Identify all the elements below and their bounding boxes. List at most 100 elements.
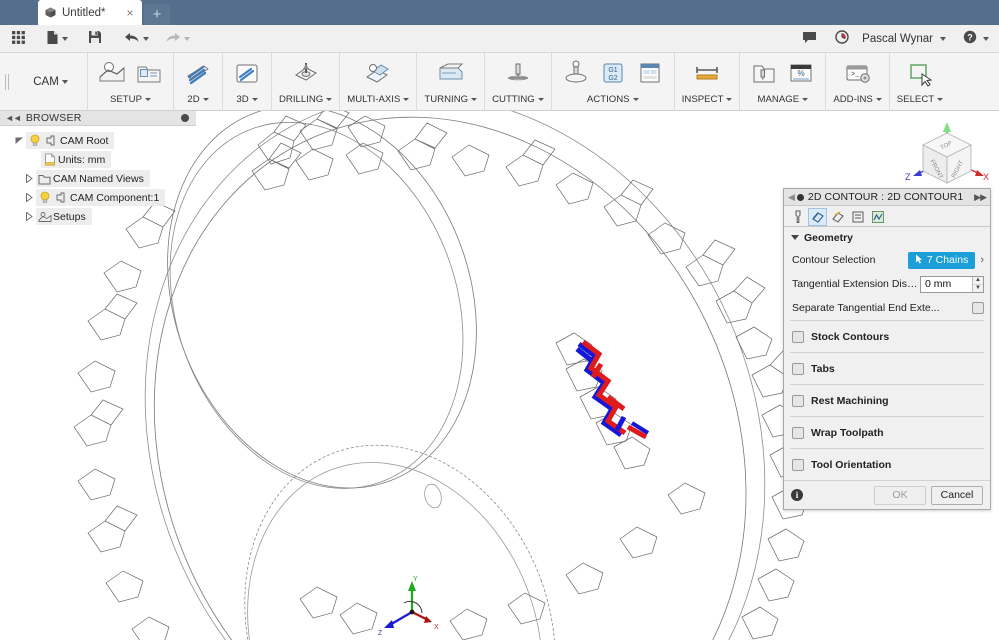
tree-item-cam-named-views[interactable]: CAM Named Views — [0, 169, 196, 188]
ribbon-group-setup-label[interactable]: SETUP — [110, 92, 151, 107]
geometry-tab[interactable] — [808, 208, 827, 226]
chevron-down-icon[interactable] — [940, 36, 946, 41]
tool-tab[interactable] — [788, 208, 807, 226]
ribbon-group-inspect-label[interactable]: INSPECT — [682, 92, 733, 107]
stock-contours-section[interactable]: Stock Contours — [784, 321, 990, 352]
simulate-icon[interactable] — [559, 56, 593, 90]
chevron-down-icon[interactable] — [471, 98, 478, 101]
chevron-down-icon[interactable] — [802, 98, 809, 101]
tool-library-icon[interactable] — [747, 56, 781, 90]
ribbon-group-manage-label[interactable]: MANAGE — [758, 92, 809, 107]
chevron-down-icon[interactable] — [145, 98, 151, 101]
ribbon-group-drilling-label[interactable]: DRILLING — [279, 92, 333, 107]
3d-milling-icon[interactable] — [230, 56, 264, 90]
undo-button[interactable] — [121, 27, 152, 51]
chevron-down-icon[interactable] — [537, 98, 544, 101]
ribbon-group-3d-label[interactable]: 3D — [236, 92, 258, 107]
tool-orientation-checkbox[interactable] — [792, 458, 804, 471]
spinner-down-icon[interactable]: ▼ — [973, 285, 983, 292]
measure-icon[interactable] — [690, 56, 724, 90]
collapse-left-icon[interactable]: ◄◄ — [5, 113, 22, 123]
light-bulb-icon[interactable] — [26, 134, 43, 147]
scripts-addins-icon[interactable]: >_ — [841, 56, 875, 90]
ribbon-group-cutting-label[interactable]: CUTTING — [492, 92, 544, 107]
rest-machining-checkbox[interactable] — [792, 394, 804, 407]
ok-button[interactable]: OK — [874, 485, 926, 505]
expander-right-icon[interactable] — [22, 174, 36, 183]
document-tab[interactable]: Untitled* × — [38, 0, 142, 25]
app-grid-button[interactable] — [8, 27, 29, 51]
chevron-down-icon[interactable] — [61, 80, 68, 84]
tool-orientation-section[interactable]: Tool Orientation — [784, 449, 990, 480]
ribbon-grip[interactable] — [0, 53, 14, 111]
ribbon-group-addins-label[interactable]: ADD-INS — [833, 92, 882, 107]
geometry-section-header[interactable]: Geometry — [784, 227, 990, 248]
tabs-section[interactable]: Tabs — [784, 353, 990, 384]
wrap-toolpath-section[interactable]: Wrap Toolpath — [784, 417, 990, 448]
close-icon[interactable]: × — [124, 7, 136, 19]
tree-item-cam-root[interactable]: CAM Root — [0, 131, 196, 150]
separate-tangential-checkbox[interactable] — [972, 302, 984, 314]
select-icon[interactable] — [903, 56, 937, 90]
ribbon-group-select-label[interactable]: SELECT — [897, 92, 944, 107]
expander-right-icon[interactable] — [22, 193, 36, 202]
tree-item-cam-component[interactable]: CAM Component:1 — [0, 188, 196, 207]
passes-tab[interactable] — [848, 208, 867, 226]
expander-right-icon[interactable] — [22, 212, 36, 221]
chevron-down-icon[interactable] — [251, 98, 258, 101]
light-bulb-icon[interactable] — [36, 191, 53, 204]
info-icon[interactable]: i — [791, 489, 803, 501]
rest-machining-section[interactable]: Rest Machining — [784, 385, 990, 416]
tree-item-units[interactable]: Units: mm — [0, 150, 196, 169]
tabs-checkbox[interactable] — [792, 362, 804, 375]
chevron-down-icon[interactable] — [983, 36, 989, 41]
chevron-down-icon[interactable] — [143, 36, 149, 41]
tree-item-setups[interactable]: Setups — [0, 207, 196, 226]
linking-tab[interactable] — [868, 208, 887, 226]
post-process-icon[interactable]: G1 G2 — [596, 56, 630, 90]
chevron-down-icon[interactable] — [62, 36, 68, 41]
help-button[interactable]: ? — [960, 27, 980, 51]
chevron-down-icon[interactable] — [632, 98, 639, 101]
chevron-down-icon[interactable] — [184, 36, 190, 41]
panel-menu-icon[interactable] — [181, 114, 189, 122]
wrap-toolpath-checkbox[interactable] — [792, 426, 804, 439]
redo-button[interactable] — [162, 27, 193, 51]
ribbon-group-multi-axis-label[interactable]: MULTI-AXIS — [347, 92, 410, 107]
comments-button[interactable] — [799, 27, 820, 51]
tangential-extension-input[interactable]: 0 mm ▲ ▼ — [920, 275, 984, 293]
heights-tab[interactable] — [828, 208, 847, 226]
chevron-down-icon[interactable] — [726, 98, 733, 101]
dialog-title-bar[interactable]: ◀ 2D CONTOUR : 2D CONTOUR1 ▶▶ — [784, 189, 990, 206]
chevron-down-icon[interactable] — [937, 98, 944, 101]
expand-right-icon[interactable]: ▶▶ — [974, 192, 987, 203]
stock-contours-checkbox[interactable] — [792, 330, 804, 343]
setup-sheet-icon[interactable] — [633, 56, 667, 90]
cutting-icon[interactable] — [501, 56, 535, 90]
2d-milling-icon[interactable] — [181, 56, 215, 90]
chevron-down-icon[interactable] — [403, 98, 410, 101]
job-status-button[interactable] — [832, 27, 852, 51]
turning-icon[interactable] — [434, 56, 468, 90]
multi-axis-icon[interactable] — [361, 56, 395, 90]
chevron-down-icon[interactable] — [875, 98, 882, 101]
machining-time-icon[interactable]: % — [784, 56, 818, 90]
chevron-down-icon[interactable] — [202, 98, 209, 101]
new-tab-button[interactable]: + — [144, 4, 170, 25]
workspace-switcher[interactable]: CAM — [14, 53, 88, 111]
drilling-icon[interactable] — [289, 56, 323, 90]
new-folder-icon[interactable] — [132, 56, 166, 90]
ribbon-group-actions-label[interactable]: ACTIONS — [587, 92, 639, 107]
chevron-down-icon[interactable] — [326, 98, 333, 101]
setup-icon[interactable] — [95, 56, 129, 90]
save-button[interactable] — [85, 27, 105, 51]
spinner-buttons[interactable]: ▲ ▼ — [972, 276, 983, 292]
ribbon-group-2d-label[interactable]: 2D — [187, 92, 209, 107]
chevron-right-icon[interactable]: › — [980, 254, 984, 266]
cancel-button[interactable]: Cancel — [931, 485, 983, 505]
ribbon-group-turning-label[interactable]: TURNING — [424, 92, 478, 107]
spinner-up-icon[interactable]: ▲ — [973, 277, 983, 285]
contour-selection-button[interactable]: 7 Chains — [907, 251, 976, 269]
expander-down-icon[interactable] — [12, 136, 26, 145]
file-menu-button[interactable] — [43, 27, 71, 51]
